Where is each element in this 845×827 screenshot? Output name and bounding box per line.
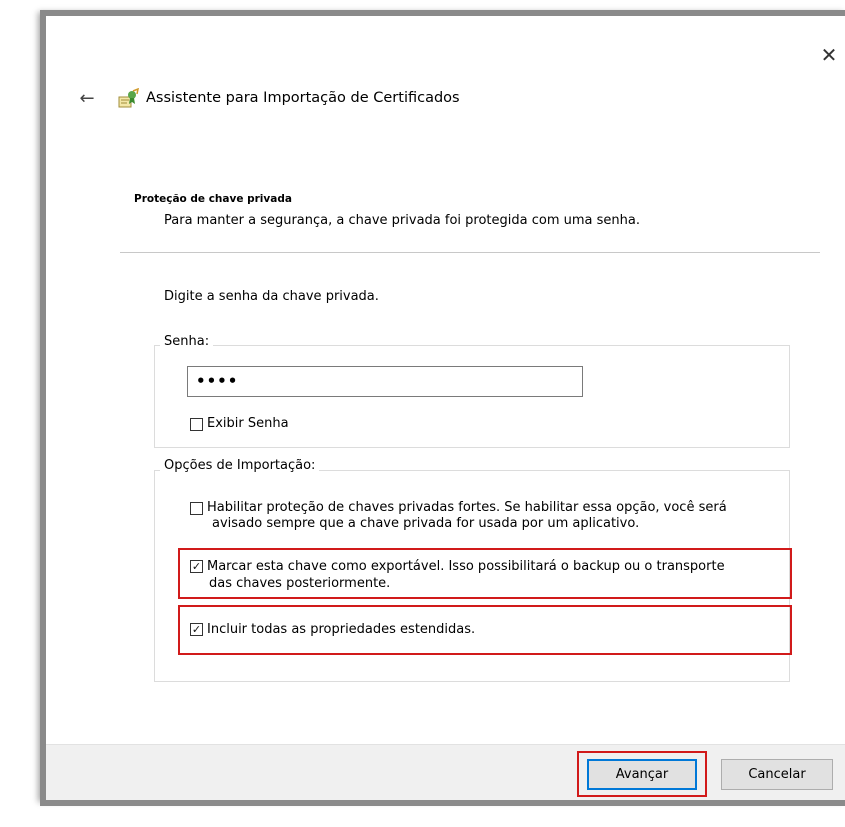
show-password-label[interactable]: Exibir Senha (207, 416, 289, 431)
certificate-wizard-icon (118, 88, 139, 108)
password-prompt: Digite a senha da chave privada. (164, 289, 379, 304)
strong-protection-label-line2[interactable]: avisado sempre que a chave privada for u… (212, 516, 639, 531)
window-bottom-edge (40, 800, 845, 806)
strong-protection-checkbox[interactable] (190, 502, 203, 515)
extended-properties-label[interactable]: Incluir todas as propriedades estendidas… (207, 622, 475, 637)
next-button[interactable]: Avançar (587, 759, 697, 790)
section-heading: Proteção de chave privada (134, 193, 292, 205)
exportable-label-line1[interactable]: Marcar esta chave como exportável. Isso … (207, 559, 725, 574)
password-input[interactable]: •••• (187, 366, 583, 397)
exportable-checkbox[interactable]: ✓ (190, 560, 203, 573)
strong-protection-label-line1[interactable]: Habilitar proteção de chaves privadas fo… (207, 500, 727, 515)
back-arrow-icon[interactable]: ← (76, 88, 98, 110)
section-description: Para manter a segurança, a chave privada… (164, 213, 640, 228)
exportable-label-line2[interactable]: das chaves posteriormente. (209, 576, 390, 591)
import-options-legend: Opções de Importação: (160, 458, 320, 473)
wizard-title: Assistente para Importação de Certificad… (146, 90, 460, 106)
extended-properties-checkbox[interactable]: ✓ (190, 623, 203, 636)
header-divider (120, 252, 820, 253)
password-group-legend: Senha: (160, 334, 214, 349)
show-password-checkbox[interactable] (190, 418, 203, 431)
cancel-button[interactable]: Cancelar (721, 759, 833, 790)
close-icon[interactable]: ✕ (818, 44, 840, 66)
